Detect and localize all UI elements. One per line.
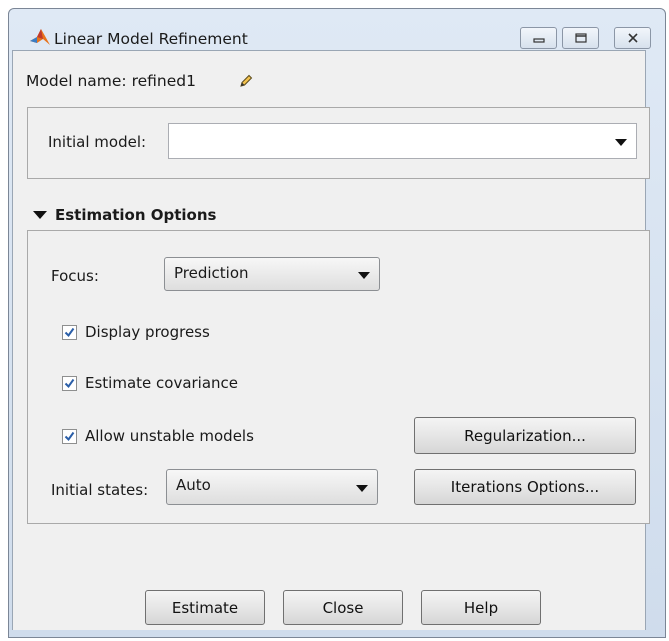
- initial-states-value: Auto: [176, 476, 211, 494]
- focus-label: Focus:: [51, 267, 99, 285]
- window-title: Linear Model Refinement: [54, 30, 248, 48]
- chevron-down-icon: [615, 139, 627, 146]
- initial-model-combobox[interactable]: [168, 123, 637, 159]
- close-button[interactable]: Close: [283, 590, 403, 625]
- iterations-options-button[interactable]: Iterations Options...: [414, 469, 636, 505]
- allow-unstable-checkbox[interactable]: [62, 428, 77, 444]
- regularization-button[interactable]: Regularization...: [414, 417, 636, 454]
- minimize-button[interactable]: [520, 27, 557, 49]
- close-icon: [627, 33, 638, 43]
- estimate-button[interactable]: Estimate: [145, 590, 265, 625]
- initial-model-label: Initial model:: [48, 133, 147, 151]
- checkmark-icon: [64, 378, 75, 388]
- initial-states-label: Initial states:: [51, 481, 149, 499]
- estimate-covariance-label: Estimate covariance: [85, 374, 239, 392]
- minimize-icon: [532, 38, 545, 43]
- model-name-text: Model name: refined1: [26, 72, 196, 90]
- chevron-down-icon: [358, 272, 370, 279]
- estimation-options-header[interactable]: Estimation Options: [33, 206, 216, 224]
- maximize-button[interactable]: [562, 27, 599, 49]
- estimate-covariance-option[interactable]: Estimate covariance: [62, 374, 238, 392]
- checkmark-icon: [64, 431, 75, 441]
- initial-states-dropdown[interactable]: Auto: [166, 469, 378, 505]
- estimate-covariance-checkbox[interactable]: [62, 375, 77, 391]
- allow-unstable-label: Allow unstable models: [85, 427, 254, 445]
- display-progress-checkbox[interactable]: [62, 324, 77, 340]
- estimation-options-title: Estimation Options: [55, 206, 217, 224]
- collapse-triangle-icon: [33, 211, 47, 219]
- pencil-edit-icon[interactable]: [238, 73, 254, 89]
- chevron-down-icon: [356, 485, 368, 492]
- display-progress-label: Display progress: [85, 323, 210, 341]
- maximize-icon: [574, 33, 587, 43]
- focus-dropdown[interactable]: Prediction: [164, 257, 380, 291]
- help-button[interactable]: Help: [421, 590, 541, 625]
- matlab-logo-icon: [30, 29, 50, 45]
- focus-value: Prediction: [174, 264, 249, 282]
- close-window-button[interactable]: [614, 27, 651, 49]
- display-progress-option[interactable]: Display progress: [62, 323, 210, 341]
- checkmark-icon: [64, 327, 75, 337]
- allow-unstable-option[interactable]: Allow unstable models: [62, 427, 254, 445]
